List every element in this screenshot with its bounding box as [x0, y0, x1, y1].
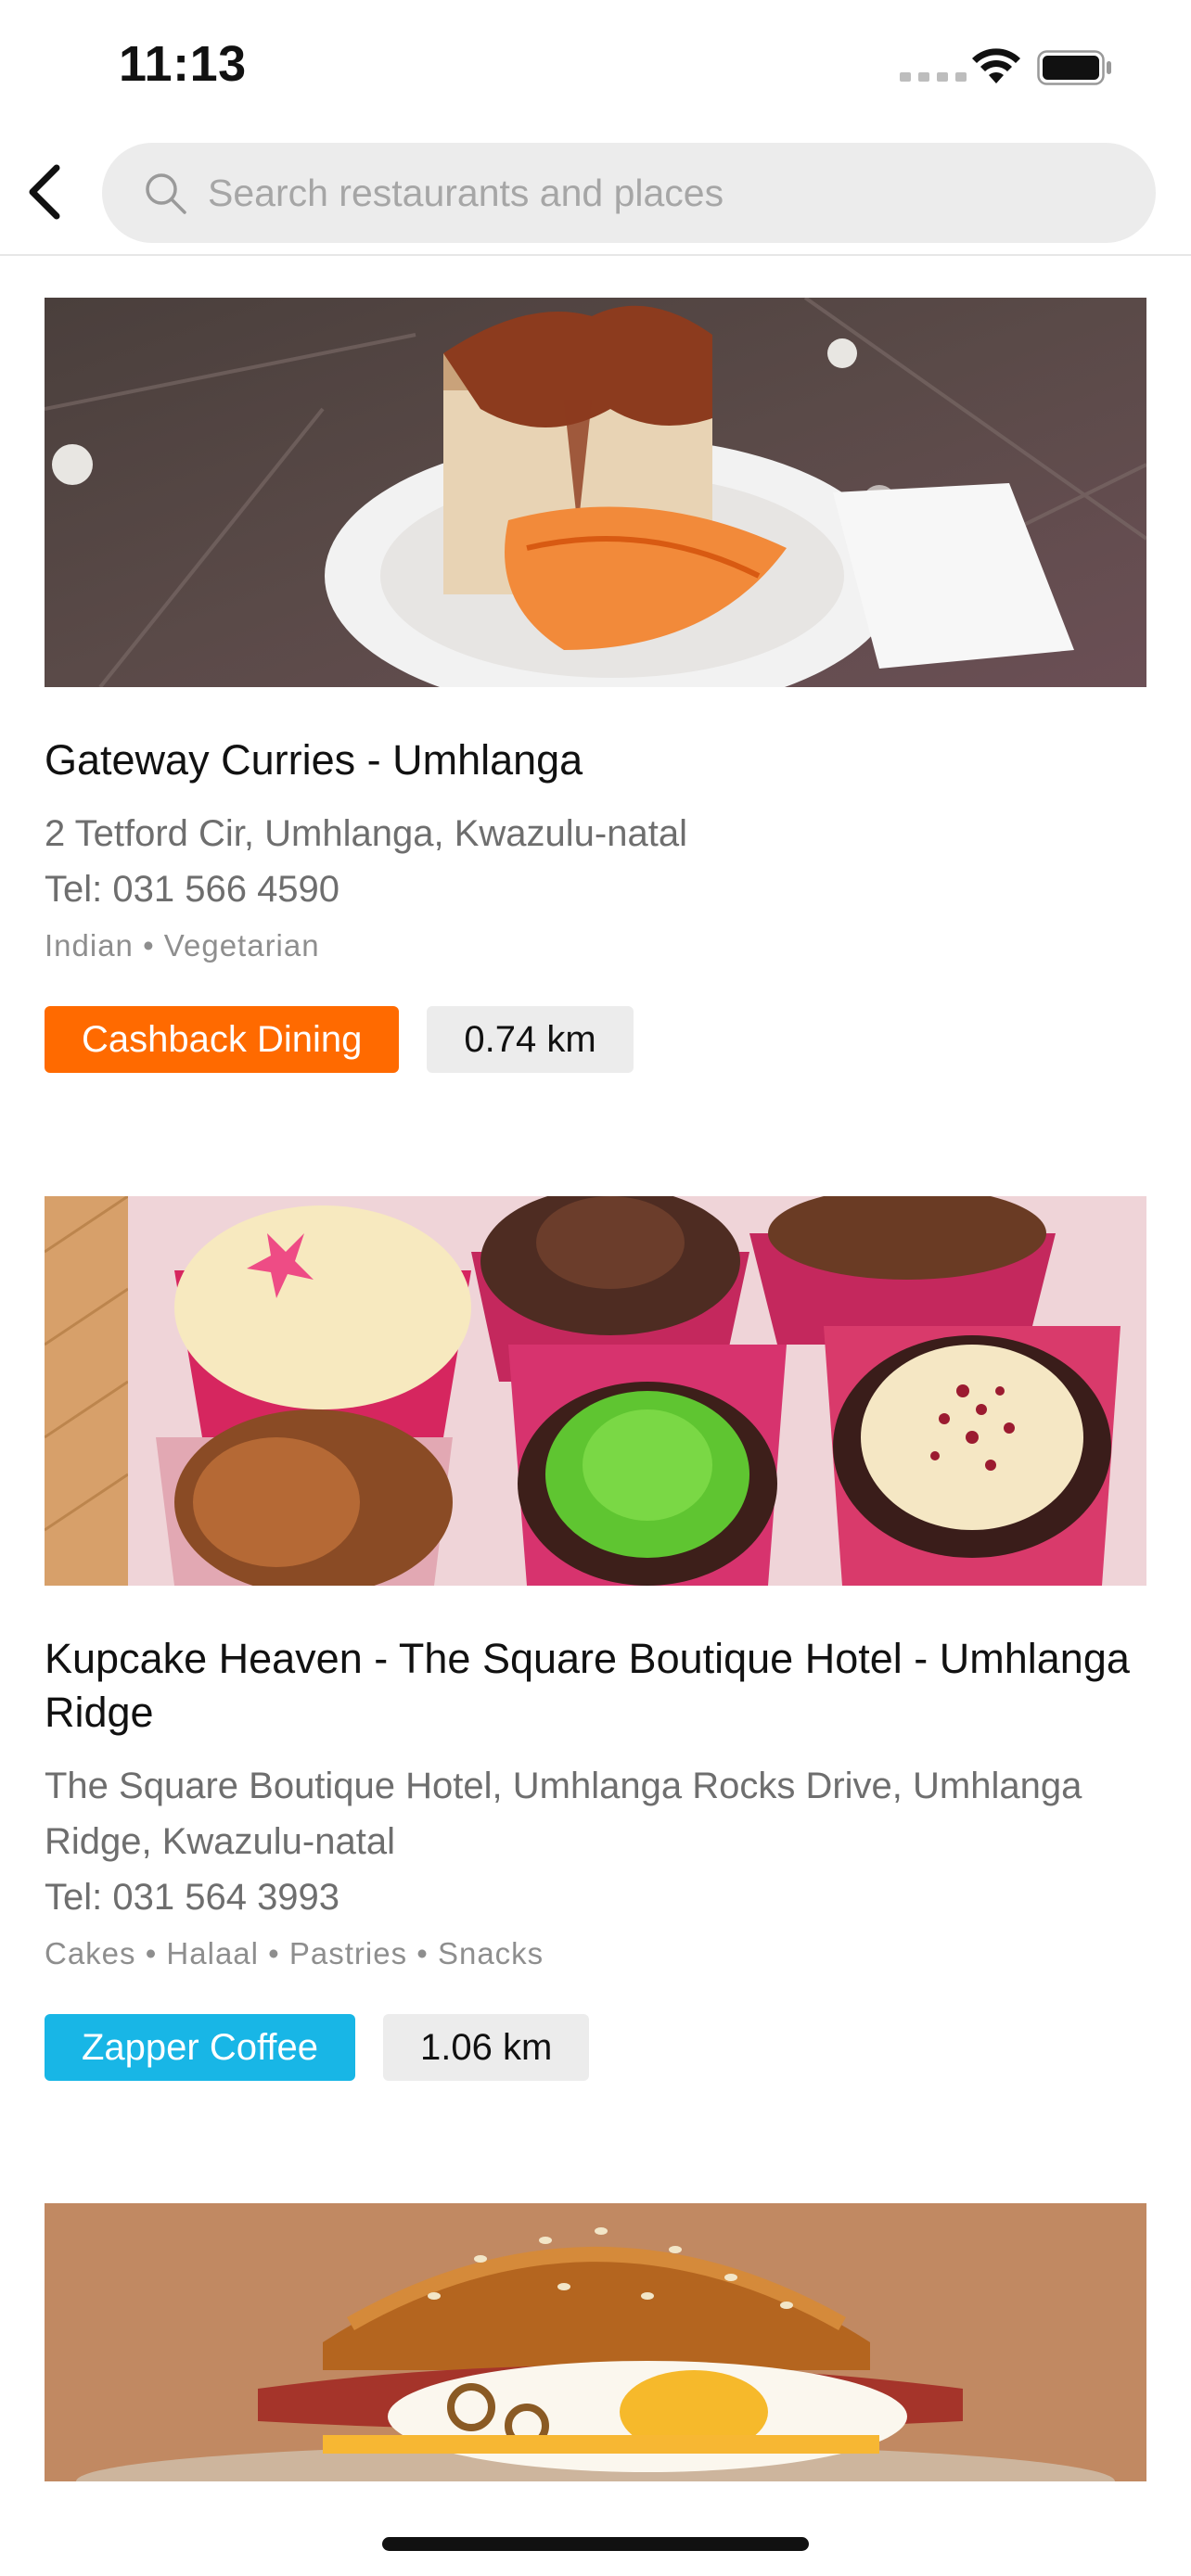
- restaurant-tags: Indian • Vegetarian: [45, 928, 320, 963]
- search-header: [0, 130, 1191, 256]
- battery-icon: [1037, 50, 1113, 85]
- status-bar: 11:13: [0, 0, 1191, 130]
- restaurant-name: Kupcake Heaven - The Square Boutique Hot…: [45, 1635, 1130, 1736]
- restaurant-phone: Tel: 031 566 4590: [45, 869, 340, 910]
- restaurant-phone: Tel: 031 564 3993: [45, 1877, 340, 1918]
- restaurant-image: [45, 298, 1146, 687]
- back-button[interactable]: [13, 158, 74, 226]
- restaurant-address: 2 Tetford Cir, Umhlanga, Kwazulu-natal: [45, 813, 687, 854]
- chevron-left-icon: [29, 164, 60, 220]
- search-bar[interactable]: [102, 143, 1156, 243]
- cellular-signal-icon: [900, 72, 967, 82]
- restaurant-image: [45, 2203, 1146, 2481]
- home-indicator[interactable]: [382, 2537, 809, 2551]
- wifi-icon: [970, 46, 1022, 87]
- search-icon: [139, 167, 191, 219]
- badge-row: Cashback Dining 0.74 km: [45, 1006, 1146, 1073]
- restaurant-tags: Cakes • Halaal • Pastries • Snacks: [45, 1936, 544, 1970]
- distance-badge: 0.74 km: [427, 1006, 634, 1073]
- badge-row: Zapper Coffee 1.06 km: [45, 2014, 1146, 2081]
- restaurant-card[interactable]: Gateway Curries - Umhlanga 2 Tetford Cir…: [45, 298, 1146, 1073]
- cashback-dining-badge: Cashback Dining: [45, 1006, 400, 1073]
- restaurant-name: Gateway Curries - Umhlanga: [45, 736, 583, 784]
- restaurant-list[interactable]: Gateway Curries - Umhlanga 2 Tetford Cir…: [0, 256, 1191, 2481]
- status-time: 11:13: [119, 36, 247, 92]
- restaurant-card[interactable]: Kupcake Heaven - The Square Boutique Hot…: [45, 1196, 1146, 2081]
- restaurant-card[interactable]: [45, 2203, 1146, 2481]
- zapper-coffee-badge: Zapper Coffee: [45, 2014, 355, 2081]
- distance-badge: 1.06 km: [382, 2014, 590, 2081]
- restaurant-image: [45, 1196, 1146, 1586]
- search-input[interactable]: [206, 170, 1082, 216]
- restaurant-address: The Square Boutique Hotel, Umhlanga Rock…: [45, 1766, 1082, 1862]
